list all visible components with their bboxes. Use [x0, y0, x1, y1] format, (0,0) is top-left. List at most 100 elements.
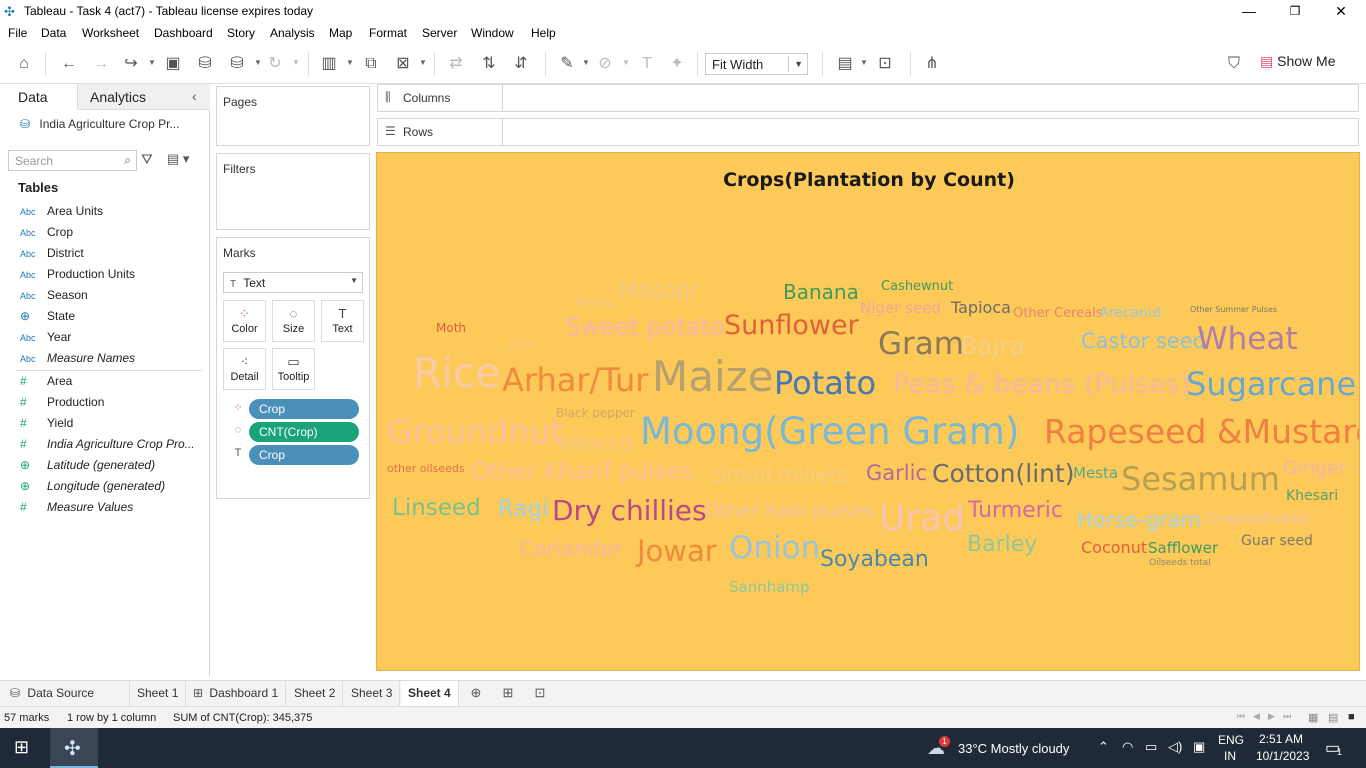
crop-word[interactable]: Rapeseed &Mustard: [1044, 415, 1359, 448]
crop-word[interactable]: Cowpea(Lobia): [1206, 512, 1310, 526]
data-source-tab[interactable]: ⛁ Data Source: [0, 681, 130, 707]
crop-word[interactable]: Sannhamp: [729, 580, 810, 595]
swap-icon[interactable]: ⇄: [445, 53, 467, 75]
pause-updates-icon[interactable]: ⛁: [226, 53, 248, 75]
new-dashboard-icon[interactable]: ⊞: [497, 685, 519, 703]
crop-word[interactable]: Safflower: [1148, 541, 1218, 556]
crop-word[interactable]: Masoor: [619, 281, 699, 303]
viz-canvas[interactable]: Crops(Plantation by Count) Cashewnut Bana…: [376, 152, 1360, 671]
crop-word[interactable]: Sweet potato: [565, 315, 725, 339]
group-icon[interactable]: ⊘: [594, 53, 616, 75]
tableau-taskbar-button[interactable]: ✣: [50, 728, 98, 768]
crop-word[interactable]: Moong: [575, 296, 612, 307]
field-measure-names[interactable]: Abc Measure Names: [20, 351, 135, 371]
crop-word[interactable]: Ginger: [1283, 459, 1347, 478]
pages-shelf[interactable]: Pages: [216, 86, 370, 146]
field-area[interactable]: # Area: [20, 374, 72, 394]
crop-word[interactable]: Tobacco: [556, 434, 632, 453]
crop-word[interactable]: Onion: [729, 533, 820, 564]
tab-view-icon[interactable]: ■: [1348, 711, 1355, 723]
last-icon[interactable]: ⏭: [1283, 711, 1291, 722]
menu-worksheet[interactable]: Worksheet: [82, 26, 139, 40]
field-crop[interactable]: Abc Crop: [20, 225, 73, 245]
mark-type-dropdown[interactable]: T Text ▼: [223, 272, 363, 293]
show-me-button[interactable]: ▤ Show Me: [1260, 53, 1335, 75]
collapse-pane-icon[interactable]: ‹: [192, 88, 197, 104]
menu-map[interactable]: Map: [329, 26, 352, 40]
replay-icon[interactable]: ↪: [120, 53, 142, 75]
clock-date[interactable]: 10/1/2023: [1256, 749, 1309, 763]
field-season[interactable]: Abc Season: [20, 288, 88, 308]
crop-word[interactable]: Cashewnut: [881, 280, 953, 293]
menu-story[interactable]: Story: [227, 26, 255, 40]
show-cards-icon[interactable]: ▤: [834, 53, 856, 75]
crop-word[interactable]: Jowar: [637, 537, 717, 566]
crop-word[interactable]: Other Summer Pulses: [1190, 306, 1277, 314]
menu-file[interactable]: File: [8, 26, 27, 40]
tab-sheet-1[interactable]: Sheet 1: [130, 681, 187, 707]
menu-dashboard[interactable]: Dashboard: [154, 26, 213, 40]
crop-word[interactable]: Banana: [783, 282, 859, 302]
field-production-units[interactable]: Abc Production Units: [20, 267, 135, 287]
tab-sheet-3[interactable]: Sheet 3: [344, 681, 401, 707]
prev-icon[interactable]: ◀: [1253, 711, 1260, 722]
windows-start-icon[interactable]: ⊞: [14, 737, 29, 758]
share-icon[interactable]: ⋔: [921, 53, 943, 75]
field-longitude[interactable]: ⊕ Longitude (generated): [20, 479, 165, 499]
crop-word[interactable]: Arhar/Tur: [502, 364, 648, 396]
crop-word[interactable]: Other Rabi pulses: [705, 502, 874, 521]
presentation-icon[interactable]: ⊡: [874, 53, 896, 75]
view-list-icon[interactable]: ▤ ▾: [167, 151, 189, 167]
crop-word[interactable]: Wheat: [1197, 324, 1298, 355]
crop-word[interactable]: Castor seed: [1081, 331, 1206, 352]
language-line1[interactable]: ENG: [1218, 733, 1244, 747]
new-worksheet-icon[interactable]: ▥: [318, 53, 340, 75]
pin-icon[interactable]: ✦: [666, 53, 688, 75]
crop-word[interactable]: Guar seed: [1241, 534, 1313, 548]
search-input[interactable]: Search ⌕: [8, 150, 137, 171]
close-button[interactable]: ✕: [1318, 0, 1364, 22]
crop-word[interactable]: Small millets: [713, 465, 848, 486]
crop-word[interactable]: Coconut: [1081, 540, 1147, 556]
undo-icon[interactable]: ←: [58, 53, 80, 75]
field-measure-values[interactable]: # Measure Values: [20, 500, 133, 520]
new-worksheet-icon[interactable]: ⊕: [465, 685, 487, 703]
detail-button[interactable]: ⁖ Detail: [223, 348, 266, 390]
battery-icon[interactable]: ▭: [1145, 739, 1157, 755]
crop-word[interactable]: Coriander: [519, 539, 622, 560]
crop-word[interactable]: Garlic: [866, 463, 927, 484]
new-story-icon[interactable]: ⊡: [529, 685, 551, 703]
crop-word[interactable]: Moong(Green Gram): [640, 413, 1019, 450]
crop-word[interactable]: Arecanut: [1099, 306, 1162, 320]
crop-word[interactable]: Bajra: [960, 333, 1025, 358]
language-line2[interactable]: IN: [1224, 749, 1236, 763]
meet-now-icon[interactable]: ▣: [1193, 739, 1205, 755]
crop-word[interactable]: Other Cereals: [1013, 307, 1103, 320]
field-yield[interactable]: # Yield: [20, 416, 73, 436]
volume-icon[interactable]: ◁): [1168, 739, 1182, 755]
field-year[interactable]: Abc Year: [20, 330, 71, 350]
crop-word[interactable]: Groundnut: [387, 415, 563, 448]
first-icon[interactable]: ⏮: [1237, 711, 1245, 722]
crop-word[interactable]: Niger seed: [860, 301, 941, 316]
crop-word[interactable]: Sesamum: [1121, 463, 1280, 495]
crop-word[interactable]: Cotton(lint): [932, 461, 1075, 486]
tab-sheet-2[interactable]: Sheet 2: [287, 681, 344, 707]
crop-word[interactable]: Urad: [879, 501, 965, 537]
sort-ascending-icon[interactable]: ⇅: [478, 53, 500, 75]
duplicate-sheet-icon[interactable]: ⧉: [360, 53, 382, 75]
tab-analytics[interactable]: Analytics: [78, 84, 210, 110]
restore-button[interactable]: ❐: [1272, 0, 1318, 22]
field-latitude[interactable]: ⊕ Latitude (generated): [20, 458, 155, 478]
save-icon[interactable]: ▣: [162, 53, 184, 75]
crop-word[interactable]: Sugarcane: [1186, 368, 1356, 400]
crop-word[interactable]: Tapioca: [951, 300, 1011, 316]
refresh-icon[interactable]: ↻: [264, 53, 286, 75]
crop-word[interactable]: other oilseeds: [387, 463, 465, 474]
crop-word[interactable]: Rice: [413, 353, 501, 394]
crop-word[interactable]: Soyabean: [820, 549, 929, 571]
field-record-count[interactable]: # India Agriculture Crop Pro...: [20, 437, 195, 457]
crop-word[interactable]: Maize: [652, 356, 774, 398]
filters-shelf[interactable]: Filters: [216, 153, 370, 230]
redo-icon[interactable]: →: [90, 53, 112, 75]
